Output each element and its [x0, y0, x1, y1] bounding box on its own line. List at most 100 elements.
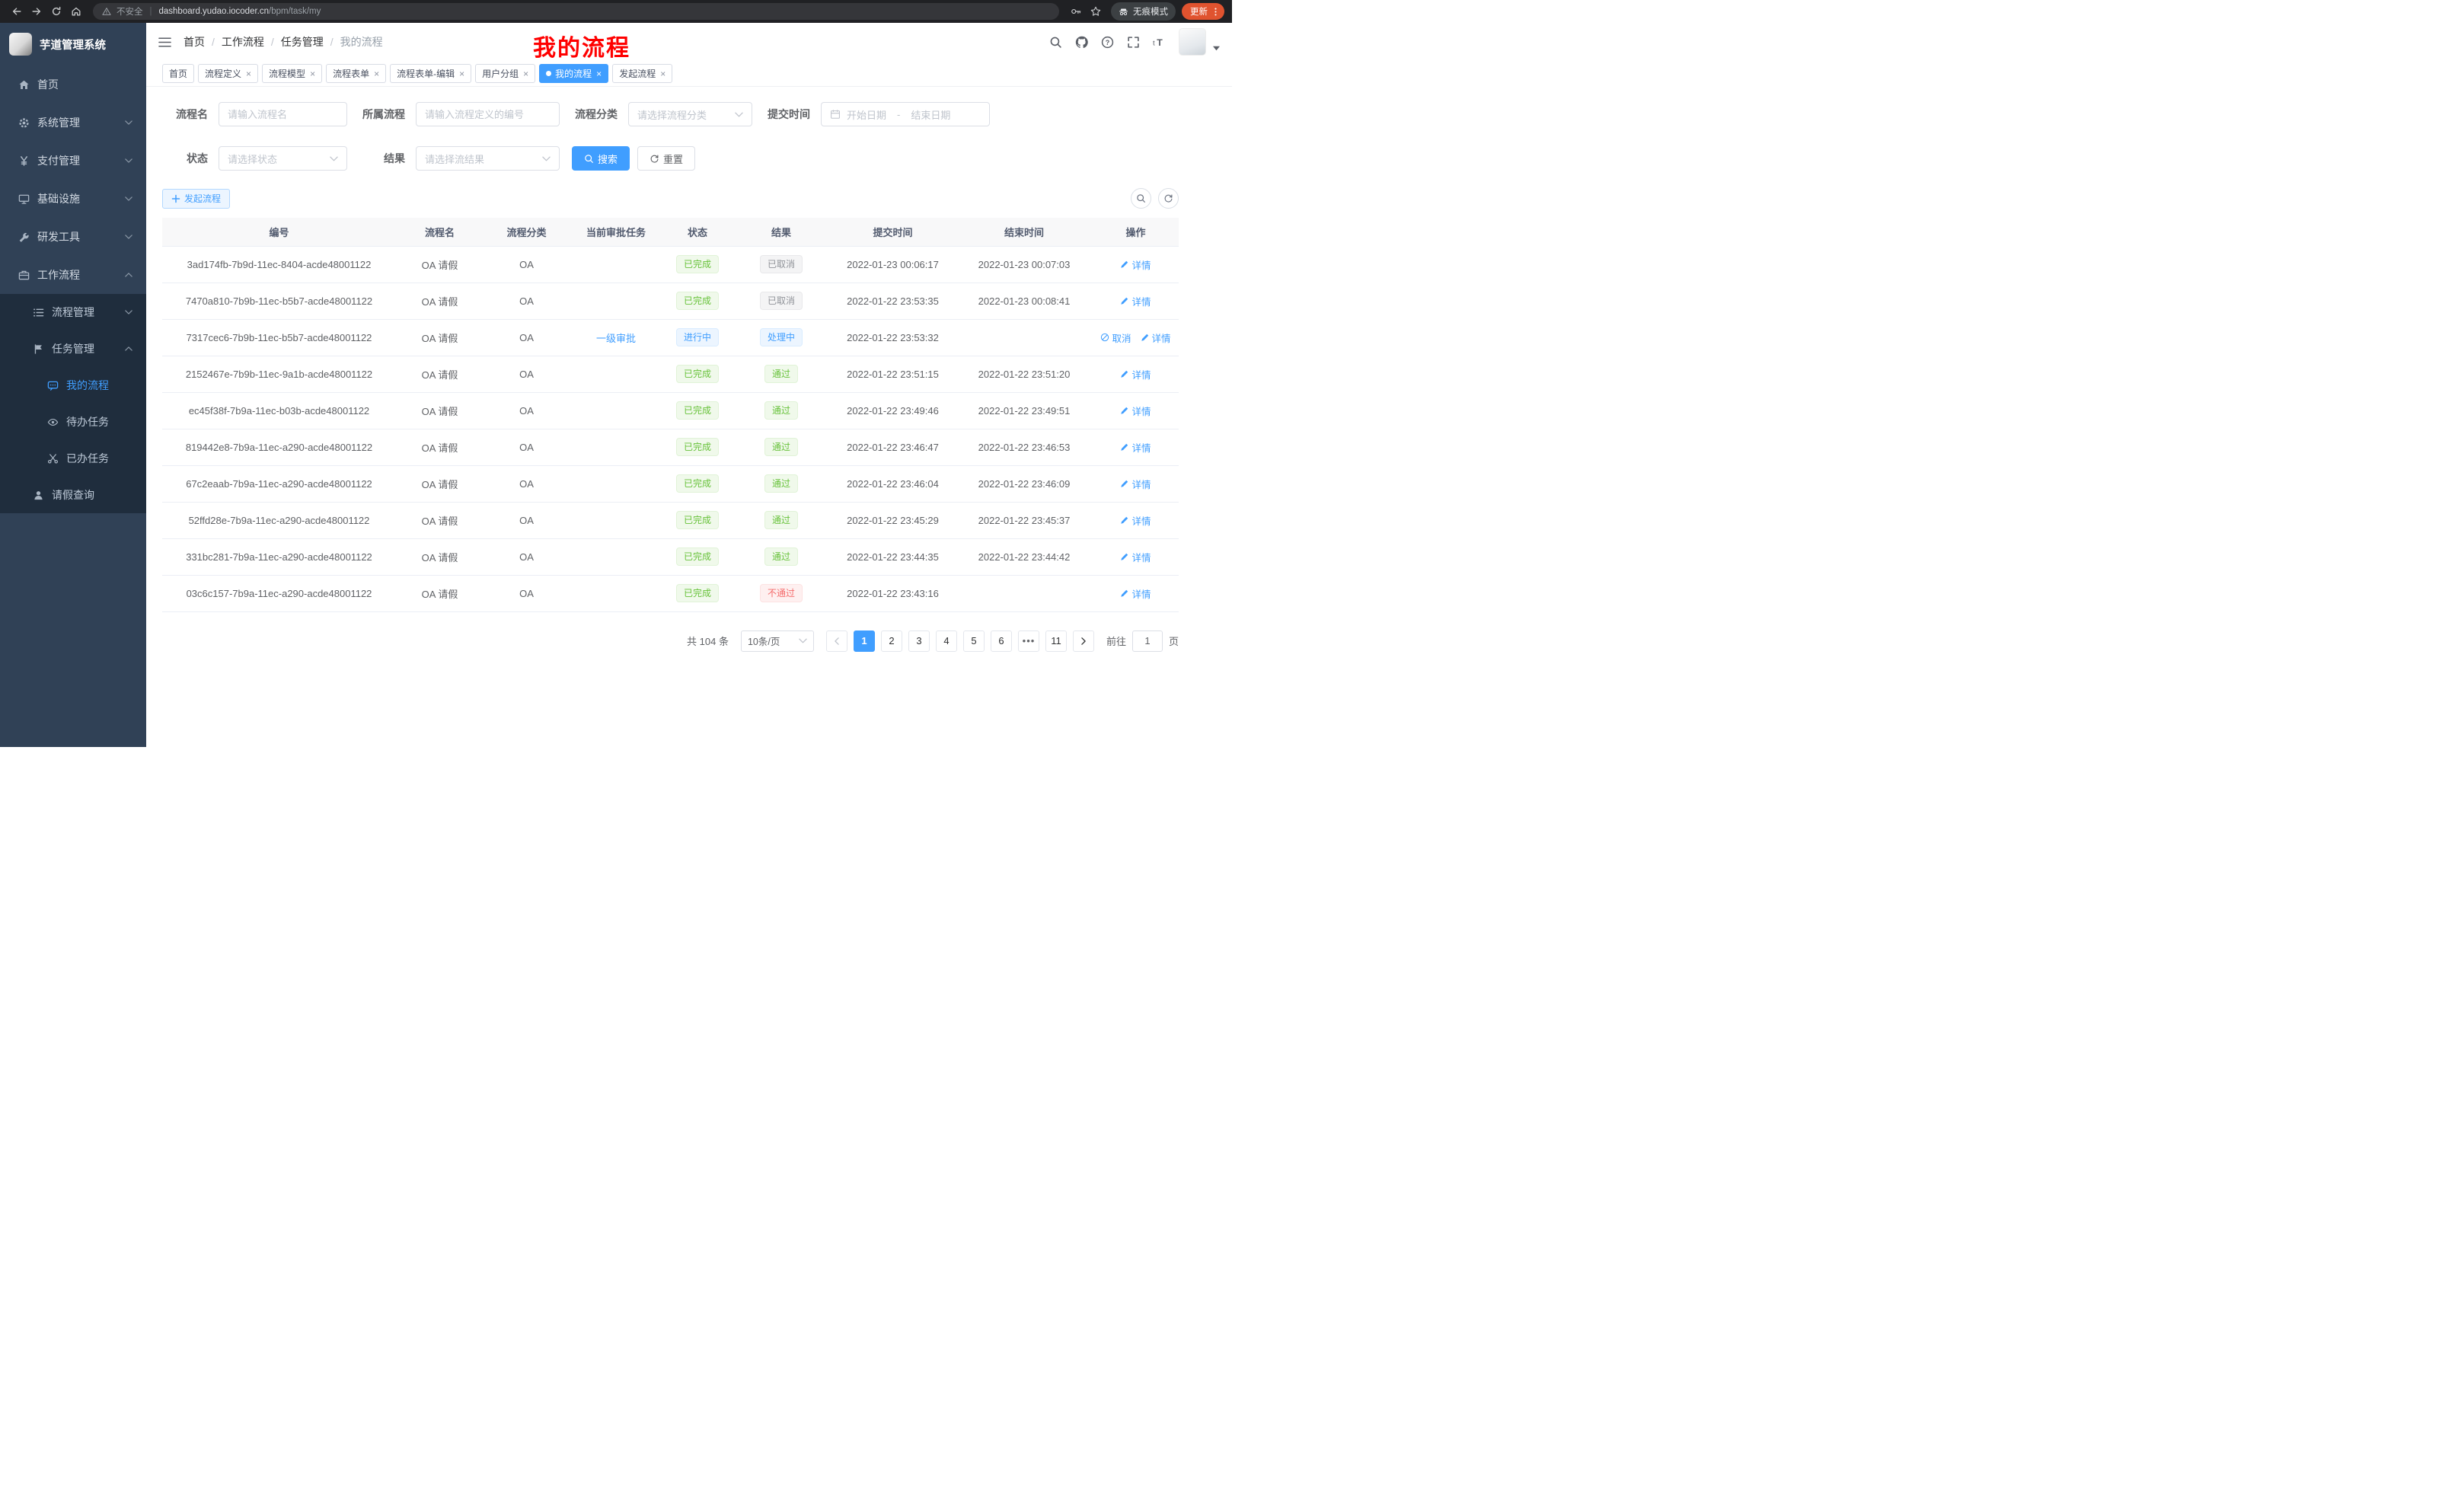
next-page-button[interactable] [1073, 630, 1094, 652]
reset-button[interactable]: 重置 [637, 146, 695, 171]
sidebar-item-label: 工作流程 [37, 267, 80, 283]
address-bar[interactable]: 不安全 | dashboard.yudao.iocoder.cn/bpm/tas… [93, 3, 1059, 20]
sidebar-item-payment[interactable]: 支付管理 [0, 142, 146, 180]
tab-label: 流程定义 [205, 67, 241, 80]
result-tag: 通过 [764, 365, 798, 383]
tab-首页[interactable]: 首页 [162, 64, 194, 83]
avatar[interactable] [1179, 28, 1206, 56]
page-size-select[interactable]: 10条/页 [741, 630, 814, 652]
help-icon[interactable]: ? [1101, 36, 1114, 49]
tab-我的流程[interactable]: 我的流程× [539, 64, 608, 83]
tab-流程表单-编辑[interactable]: 流程表单-编辑× [390, 64, 471, 83]
breadcrumb-item[interactable]: 首页 [184, 34, 205, 49]
table-row: 7317cec6-7b9b-11ec-b5b7-acde48001122OA 请… [162, 319, 1179, 356]
detail-link[interactable]: 详情 [1120, 367, 1151, 381]
breadcrumb-item[interactable]: 任务管理 [281, 34, 324, 49]
sidebar-item-todo-task[interactable]: 待办任务 [0, 404, 146, 440]
pagination-page-11[interactable]: 11 [1045, 630, 1067, 652]
current-task-link[interactable]: 一级审批 [596, 333, 636, 344]
date-range-picker[interactable]: 开始日期 - 结束日期 [821, 102, 990, 126]
browser-reload-button[interactable] [47, 2, 65, 21]
detail-link[interactable]: 详情 [1120, 513, 1151, 528]
process-def-input[interactable] [416, 102, 560, 126]
goto-page-input[interactable] [1132, 630, 1163, 652]
result-select[interactable]: 请选择流结果 [416, 146, 560, 171]
detail-link[interactable]: 详情 [1120, 404, 1151, 418]
refresh-table-button[interactable] [1158, 188, 1179, 209]
tab-流程定义[interactable]: 流程定义 × [198, 64, 258, 83]
sidebar-item-my-process[interactable]: 我的流程 [0, 367, 146, 404]
detail-link[interactable]: 详情 [1120, 550, 1151, 564]
pagination-page-4[interactable]: 4 [936, 630, 957, 652]
category-select[interactable]: 请选择流程分类 [628, 102, 752, 126]
github-icon[interactable] [1075, 36, 1088, 49]
browser-forward-button[interactable] [27, 2, 46, 21]
close-icon[interactable]: × [310, 69, 315, 79]
scissors-icon [47, 453, 59, 464]
cell-actions: 详情 [1093, 502, 1179, 538]
sidebar-toggle-icon[interactable] [158, 36, 171, 49]
pagination-more[interactable]: ••• [1018, 630, 1039, 652]
navbar-actions: ? tT [1049, 28, 1220, 56]
result-tag: 通过 [764, 547, 798, 566]
sidebar-item-devtools[interactable]: 研发工具 [0, 218, 146, 256]
close-icon[interactable]: × [523, 69, 528, 79]
detail-link[interactable]: 详情 [1120, 257, 1151, 272]
browser-home-button[interactable] [67, 2, 85, 21]
table-row: 819442e8-7b9a-11ec-a290-acde48001122OA 请… [162, 429, 1179, 465]
pagination-page-2[interactable]: 2 [881, 630, 902, 652]
sidebar-item-task-mgmt[interactable]: 任务管理 [0, 330, 146, 367]
cell-current-task [570, 502, 662, 538]
update-button[interactable]: 更新 [1182, 3, 1224, 20]
close-icon[interactable]: × [459, 69, 464, 79]
browser-back-button[interactable] [8, 2, 26, 21]
tab-发起流程[interactable]: 发起流程× [612, 64, 672, 83]
fullscreen-icon[interactable] [1127, 36, 1140, 49]
search-button[interactable]: 搜索 [572, 146, 630, 171]
cell-category: OA [484, 575, 570, 611]
create-process-button[interactable]: 发起流程 [162, 189, 230, 209]
process-name-input[interactable] [219, 102, 347, 126]
sidebar-item-system[interactable]: 系统管理 [0, 104, 146, 142]
close-icon[interactable]: × [660, 69, 665, 79]
search-icon[interactable] [1049, 36, 1062, 49]
tab-流程表单[interactable]: 流程表单× [326, 64, 386, 83]
pagination-page-3[interactable]: 3 [908, 630, 930, 652]
detail-link[interactable]: 详情 [1120, 440, 1151, 455]
sidebar-item-infrastructure[interactable]: 基础设施 [0, 180, 146, 218]
breadcrumb-item[interactable]: 工作流程 [222, 34, 264, 49]
sidebar-item-home[interactable]: 首页 [0, 65, 146, 104]
bookmark-star-button[interactable] [1087, 2, 1105, 21]
close-icon[interactable]: × [374, 69, 379, 79]
detail-link[interactable]: 详情 [1120, 294, 1151, 308]
app-logo[interactable]: 芋道管理系统 [0, 23, 146, 65]
process-name-field[interactable] [228, 109, 338, 120]
prev-page-button[interactable] [826, 630, 847, 652]
close-icon[interactable]: × [596, 69, 602, 79]
detail-link[interactable]: 详情 [1120, 477, 1151, 491]
cell-process-name: OA 请假 [396, 283, 484, 319]
incognito-badge[interactable]: 无痕模式 [1111, 2, 1176, 21]
tab-label: 流程模型 [269, 67, 305, 80]
sidebar-item-workflow[interactable]: 工作流程 [0, 256, 146, 294]
sidebar-item-done-task[interactable]: 已办任务 [0, 440, 146, 477]
toggle-search-button[interactable] [1131, 188, 1151, 209]
pagination-page-1[interactable]: 1 [854, 630, 875, 652]
pagination-page-5[interactable]: 5 [963, 630, 985, 652]
table-row: 67c2eaab-7b9a-11ec-a290-acde48001122OA 请… [162, 465, 1179, 502]
pagination-page-6[interactable]: 6 [991, 630, 1012, 652]
close-icon[interactable]: × [246, 69, 251, 79]
process-def-field[interactable] [425, 109, 551, 120]
sidebar-item-leave-query[interactable]: 请假查询 [0, 477, 146, 513]
detail-link[interactable]: 详情 [1120, 586, 1151, 601]
tab-用户分组[interactable]: 用户分组× [475, 64, 535, 83]
detail-link[interactable]: 详情 [1141, 330, 1171, 345]
caret-down-icon[interactable] [1213, 45, 1220, 52]
cancel-link[interactable]: 取消 [1100, 330, 1131, 345]
status-select[interactable]: 请选择状态 [219, 146, 347, 171]
passkey-button[interactable] [1067, 2, 1085, 21]
sidebar-item-process-mgmt[interactable]: 流程管理 [0, 294, 146, 330]
tab-流程模型[interactable]: 流程模型 × [262, 64, 322, 83]
font-size-icon[interactable]: tT [1153, 36, 1166, 49]
cancel-icon [1100, 333, 1109, 342]
